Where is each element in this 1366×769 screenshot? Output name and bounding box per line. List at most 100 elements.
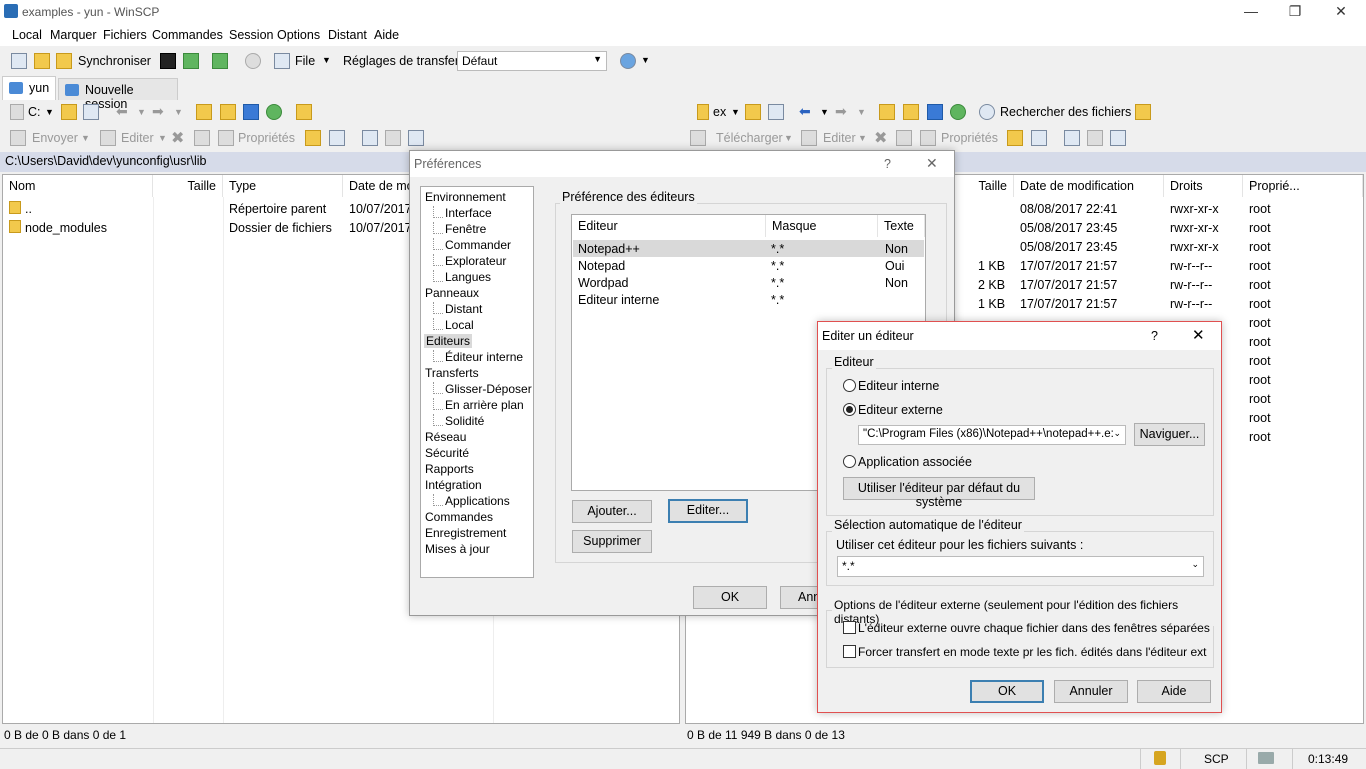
local-drive-select[interactable]: C: (28, 105, 41, 119)
col-owner[interactable]: Proprié... (1243, 175, 1363, 197)
pref-tree-item[interactable]: Distant (445, 302, 482, 316)
home-icon[interactable] (243, 104, 259, 120)
terminal-icon[interactable] (160, 53, 176, 69)
col-text[interactable]: Texte (878, 215, 925, 237)
pref-tree-item[interactable]: Sécurité (425, 446, 469, 460)
queue-icon[interactable] (274, 53, 290, 69)
chevron-down-icon[interactable]: ▼ (322, 55, 331, 65)
forward-icon[interactable]: ➡ (835, 103, 847, 120)
new-file-icon[interactable] (1031, 130, 1047, 146)
chevron-down-icon[interactable]: ▼ (641, 55, 650, 65)
local-properties-button[interactable]: Propriétés (238, 131, 295, 145)
rename-icon[interactable] (194, 130, 210, 146)
menu-local[interactable]: Local (12, 28, 42, 42)
new-file-icon[interactable] (329, 130, 345, 146)
transfer-preset-select[interactable]: Défaut ▼ (457, 51, 607, 71)
col-date[interactable]: Date de modification (1014, 175, 1164, 197)
gear-icon[interactable] (245, 53, 261, 69)
menu-marquer[interactable]: Marquer (50, 28, 97, 42)
menu-options[interactable]: Options (277, 28, 320, 42)
rename-icon[interactable] (896, 130, 912, 146)
back-icon[interactable]: ⬅ (116, 103, 128, 120)
tab-new-session[interactable]: Nouvelle session (58, 78, 178, 111)
pref-tree-item[interactable]: Applications (445, 494, 510, 508)
remote-properties-button[interactable]: Propriétés (941, 131, 998, 145)
use-default-editor-button[interactable]: Utiliser l'éditeur par défaut du système (843, 477, 1035, 509)
chevron-down-icon[interactable]: ▼ (857, 107, 866, 117)
menu-distant[interactable]: Distant (328, 28, 367, 42)
edit-icon[interactable] (801, 130, 817, 146)
col-name[interactable]: Nom (3, 175, 153, 197)
close-button[interactable]: ✕ (1192, 326, 1205, 344)
properties-icon[interactable] (920, 130, 936, 146)
pref-tree-item[interactable]: Solidité (445, 414, 484, 428)
col-rights[interactable]: Droits (1164, 175, 1243, 197)
upload-icon[interactable] (10, 130, 26, 146)
pref-tree-item[interactable]: Explorateur (445, 254, 506, 268)
new-folder-icon[interactable] (305, 130, 321, 146)
add-editor-button[interactable]: Ajouter... (572, 500, 652, 523)
chevron-down-icon[interactable]: ▼ (731, 107, 740, 117)
ok-button[interactable]: OK (693, 586, 767, 609)
refresh-icon[interactable] (266, 104, 282, 120)
filter-icon[interactable] (83, 104, 99, 120)
pref-tree-item[interactable]: Glisser-Déposer (445, 382, 532, 396)
globe-icon[interactable] (620, 53, 636, 69)
chevron-down-icon[interactable]: ▼ (137, 107, 146, 117)
synchronize-button[interactable]: Synchroniser (78, 54, 151, 68)
browse-button[interactable]: Naviguer... (1134, 423, 1205, 446)
chevron-down-icon[interactable]: ▼ (820, 107, 829, 117)
select-all-icon[interactable] (1064, 130, 1080, 146)
table-row[interactable]: Notepad++ *.* Non (573, 240, 924, 257)
pref-tree-item[interactable]: Environnement (425, 190, 506, 204)
menu-fichiers[interactable]: Fichiers (103, 28, 147, 42)
pref-tree-item[interactable]: Langues (445, 270, 491, 284)
compare-icon[interactable] (11, 53, 27, 69)
table-row[interactable]: Wordpad *.* Non (573, 274, 924, 291)
pref-tree-item[interactable]: Local (445, 318, 474, 332)
parent-dir-icon[interactable] (879, 104, 895, 120)
delete-icon[interactable]: ✖ (171, 128, 184, 148)
forward-icon[interactable]: ➡ (152, 103, 164, 120)
cancel-button[interactable]: Annuler (1054, 680, 1128, 703)
filter-icon[interactable] (768, 104, 784, 120)
table-row[interactable]: Notepad *.* Oui (573, 257, 924, 274)
file-mask-input[interactable]: *.* ⌄ (837, 556, 1204, 577)
pref-tree-item[interactable]: Mises à jour (425, 542, 490, 556)
help-button[interactable]: ? (1151, 329, 1158, 343)
remote-edit-button[interactable]: Editer (823, 131, 856, 145)
pref-tree-item[interactable]: Commander (445, 238, 511, 252)
col-size[interactable]: Taille (946, 175, 1014, 197)
root-dir-icon[interactable] (903, 104, 919, 120)
pref-tree-item[interactable]: Interface (445, 206, 492, 220)
select-all-icon[interactable] (362, 130, 378, 146)
help-dialog-button[interactable]: Aide (1137, 680, 1211, 703)
pref-tree-item[interactable]: Panneaux (425, 286, 479, 300)
filter-select-icon[interactable] (408, 130, 424, 146)
root-dir-icon[interactable] (220, 104, 236, 120)
chevron-down-icon[interactable]: ▼ (158, 133, 167, 143)
ok-button[interactable]: OK (970, 680, 1044, 703)
pref-tree-item[interactable]: Editeurs (424, 334, 473, 348)
properties-icon[interactable] (218, 130, 234, 146)
parent-dir-icon[interactable] (196, 104, 212, 120)
pref-tree-item[interactable]: Transferts (425, 366, 479, 380)
chevron-down-icon[interactable]: ▼ (81, 133, 90, 143)
chevron-down-icon[interactable]: ▼ (858, 133, 867, 143)
pref-tree-item[interactable]: Rapports (425, 462, 474, 476)
close-button[interactable]: ✕ (926, 155, 938, 172)
chevron-down-icon[interactable]: ▼ (174, 107, 183, 117)
file-queue-button[interactable]: File (295, 54, 315, 68)
force-text-mode-checkbox[interactable] (843, 645, 856, 658)
new-folder-icon[interactable] (1007, 130, 1023, 146)
unselect-icon[interactable] (1087, 130, 1103, 146)
external-editor-path-input[interactable]: "C:\Program Files (x86)\Notepad++\notepa… (858, 425, 1126, 445)
col-editor[interactable]: Editeur (572, 215, 766, 237)
local-edit-button[interactable]: Editer (121, 131, 154, 145)
help-button[interactable]: ? (884, 157, 891, 171)
pref-tree-item[interactable]: Réseau (425, 430, 466, 444)
edit-editor-button[interactable]: Editer... (668, 499, 748, 523)
chevron-down-icon[interactable]: ▼ (45, 107, 54, 117)
pref-tree-item[interactable]: Enregistrement (425, 526, 506, 540)
preferences-tree[interactable]: Environnement Interface Fenêtre Commander Ex… (420, 186, 534, 578)
